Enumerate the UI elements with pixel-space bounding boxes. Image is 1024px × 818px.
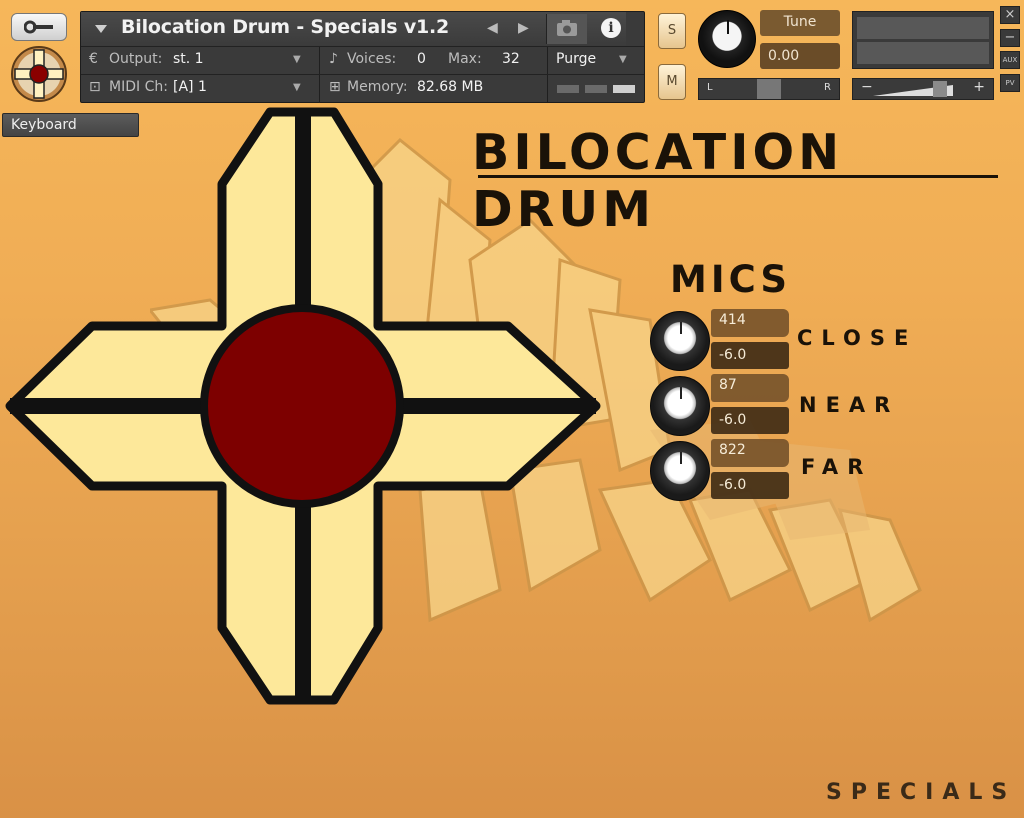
far-mic-label: FAR: [801, 455, 873, 479]
near-mic-knob[interactable]: [650, 376, 710, 436]
info-button[interactable]: i: [591, 14, 631, 44]
voices-label: Voices:: [347, 51, 397, 67]
info-icon: i: [601, 18, 621, 38]
cpu-meter-block: [557, 85, 579, 93]
cpu-meter-block: [585, 85, 607, 93]
volume-plus-label: +: [973, 79, 985, 95]
divider: [319, 75, 320, 103]
pan-left-label: L: [707, 82, 713, 93]
close-mic-knob[interactable]: [650, 311, 710, 371]
logo-underline: [478, 175, 998, 178]
near-mic-label: NEAR: [799, 393, 900, 417]
purge-dropdown-icon[interactable]: ▼: [619, 54, 627, 65]
camera-icon: [557, 20, 577, 36]
max-voices-value[interactable]: 32: [502, 51, 520, 67]
pv-button[interactable]: PV: [1000, 74, 1020, 92]
voices-icon: ♪: [329, 51, 338, 67]
purge-menu[interactable]: Purge: [556, 51, 596, 67]
tune-label: Tune: [760, 10, 840, 36]
footer-brand: SPECIALS: [826, 780, 1017, 805]
cpu-meter-block: [613, 85, 635, 93]
close-mic-position[interactable]: 414: [711, 309, 789, 337]
solo-button[interactable]: S: [658, 13, 686, 49]
mics-title: MICS: [670, 258, 792, 301]
midi-dropdown-icon[interactable]: ▼: [293, 82, 301, 93]
output-value[interactable]: st. 1: [173, 51, 204, 67]
collapse-triangle-icon[interactable]: [95, 25, 107, 33]
drum-emblem-icon: [11, 46, 67, 102]
midi-channel-value[interactable]: [A] 1: [173, 79, 207, 95]
instrument-title[interactable]: Bilocation Drum - Specials v1.2: [121, 16, 449, 38]
voices-value: 0: [417, 51, 426, 67]
mute-button[interactable]: M: [658, 64, 686, 100]
output-dropdown-icon[interactable]: ▼: [293, 54, 301, 65]
close-instrument-button[interactable]: ×: [1000, 6, 1020, 24]
far-mic-position[interactable]: 822: [711, 439, 789, 467]
midi-icon: ⊡: [89, 79, 101, 95]
midi-memory-row: ⊡ MIDI Ch: [A] 1 ▼ ⊞ Memory: 82.68 MB: [81, 74, 644, 103]
level-meter-left: [857, 17, 989, 39]
output-label: Output:: [109, 51, 163, 67]
aux-button[interactable]: AUX: [1000, 51, 1020, 69]
pan-slider[interactable]: L R: [698, 78, 840, 100]
snapshot-camera-button[interactable]: [546, 14, 587, 44]
divider: [319, 47, 320, 74]
volume-minus-label: −: [861, 79, 873, 95]
memory-label: Memory:: [347, 79, 408, 95]
level-meter-right: [857, 42, 989, 64]
product-logo: BILOCATION DRUM: [472, 124, 844, 238]
pan-slider-handle[interactable]: [757, 79, 781, 99]
output-level-meter: [852, 11, 994, 69]
settings-wrench-button[interactable]: [11, 13, 67, 41]
instrument-header-panel: Bilocation Drum - Specials v1.2 ◀ ▶ i € …: [80, 11, 645, 103]
near-mic-volume[interactable]: -6.0: [711, 407, 789, 434]
volume-ramp-icon: [873, 81, 953, 97]
far-mic-knob[interactable]: [650, 441, 710, 501]
tune-value[interactable]: 0.00: [760, 43, 840, 69]
memory-icon: ⊞: [329, 79, 341, 95]
near-mic-position[interactable]: 87: [711, 374, 789, 402]
close-mic-volume[interactable]: -6.0: [711, 342, 789, 369]
minimize-instrument-button[interactable]: −: [1000, 29, 1020, 47]
tune-knob[interactable]: [698, 10, 756, 68]
pan-right-label: R: [824, 82, 831, 93]
wrench-icon: [24, 20, 53, 34]
output-icon: €: [89, 51, 98, 67]
max-label: Max:: [448, 51, 482, 67]
output-voices-row: € Output: st. 1 ▼ ♪ Voices: 0 Max: 32 Pu…: [81, 46, 644, 102]
far-mic-volume[interactable]: -6.0: [711, 472, 789, 499]
title-row: Bilocation Drum - Specials v1.2 ◀ ▶: [81, 12, 626, 46]
close-mic-label: CLOSE: [797, 326, 918, 350]
previous-instrument-icon[interactable]: ◀: [487, 20, 498, 36]
volume-slider[interactable]: − +: [852, 78, 994, 100]
memory-value: 82.68 MB: [417, 79, 484, 95]
midi-channel-label: MIDI Ch:: [109, 79, 168, 95]
next-instrument-icon[interactable]: ▶: [518, 20, 529, 36]
instrument-icon[interactable]: [11, 46, 67, 102]
